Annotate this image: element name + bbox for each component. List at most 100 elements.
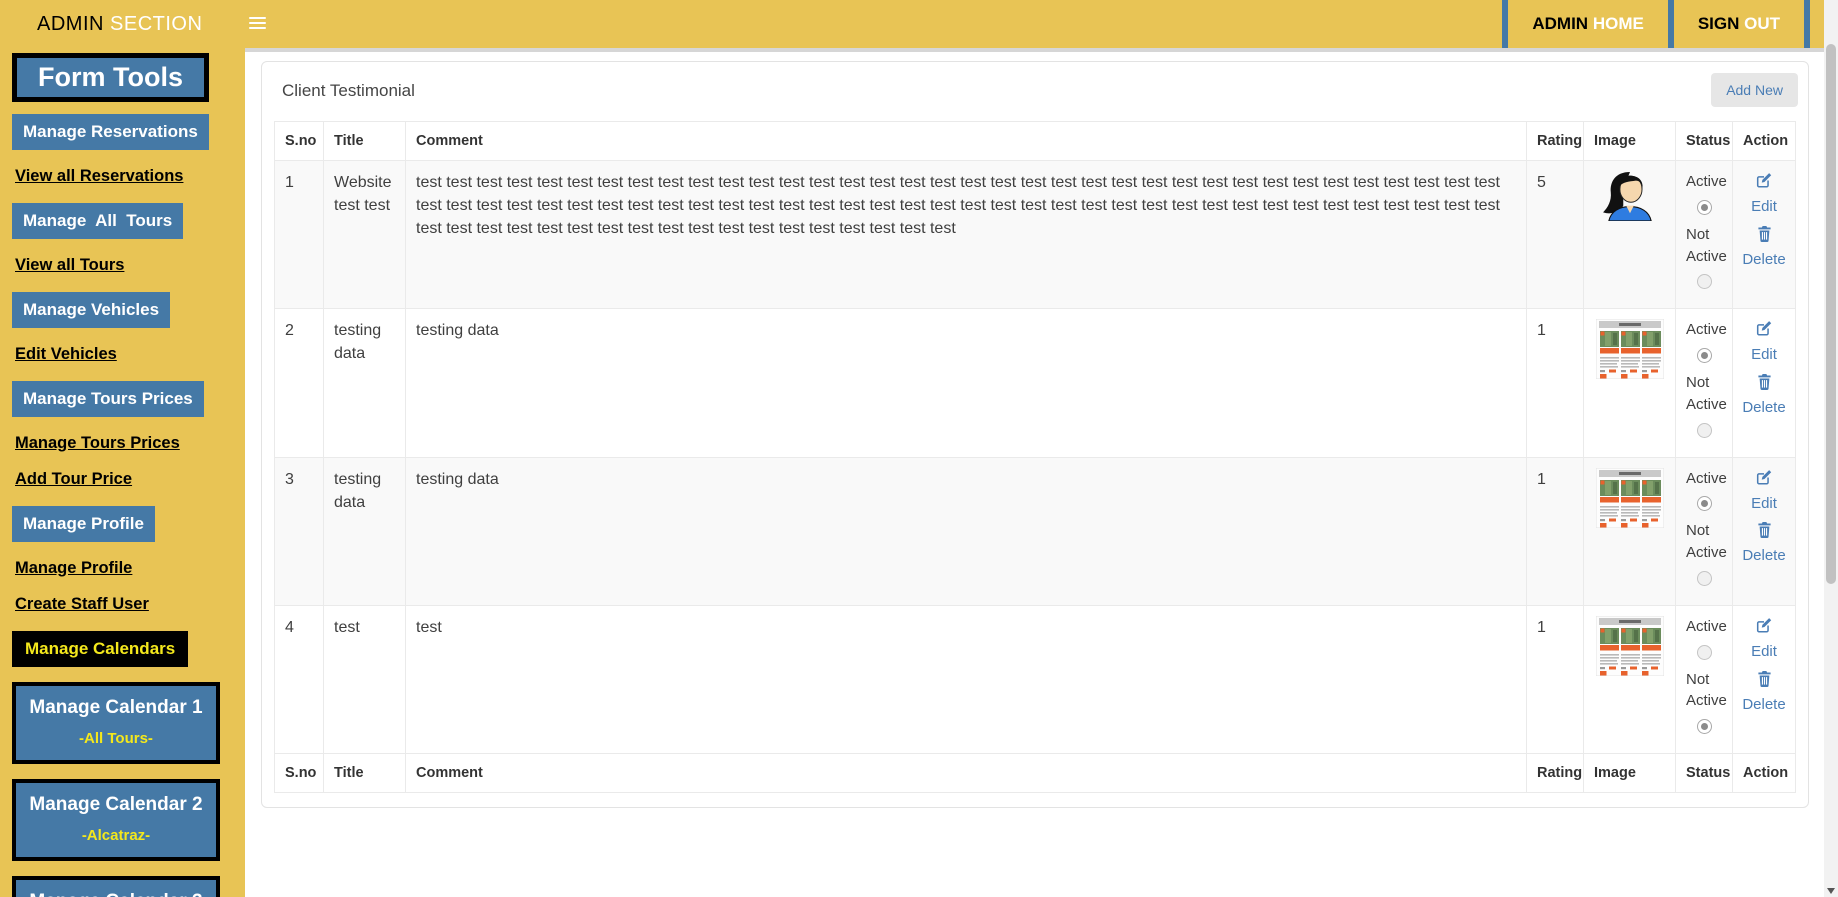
column-header-title: Title [324,122,406,161]
sidebar-item-view-all-tours[interactable]: View all Tours [15,256,124,275]
topbar: ADMIN SECTION ADMIN HOME SIGN OUT [0,0,1824,48]
edit-link[interactable]: Edit [1751,196,1777,218]
row-title: Website test test [324,161,406,309]
edit-link[interactable]: Edit [1751,641,1777,663]
column-header-status: Status [1676,122,1733,161]
sidebar-item-manage-calendars[interactable]: Manage Calendars [12,631,188,667]
active-label: Active [1686,616,1722,638]
active-radio[interactable] [1697,348,1712,363]
row-sno: 4 [275,605,324,753]
not-active-radio[interactable] [1697,423,1712,438]
table-row: 3 testing data testing data 1 [275,457,1796,605]
delete-link[interactable]: Delete [1742,249,1785,271]
row-comment: testing data [406,309,1527,457]
content-top-strip [245,48,1824,52]
not-active-radio[interactable] [1697,719,1712,734]
trash-icon[interactable] [1757,373,1772,390]
table-row: 1 Website test test test test test test … [275,161,1796,309]
sidebar-item-manage-calendar-2[interactable]: Manage Calendar 2 -Alcatraz- [12,779,220,861]
sidebar-item-manage-all-tours[interactable]: Manage All Tours [12,203,183,239]
sidebar-item-manage-reservations[interactable]: Manage Reservations [12,114,209,150]
column-header-sno: S.no [275,122,324,161]
row-comment: testing data [406,457,1527,605]
trash-icon[interactable] [1757,225,1772,242]
sidebar-item-add-tour-price[interactable]: Add Tour Price [15,470,132,489]
edit-icon[interactable] [1755,171,1773,189]
active-radio[interactable] [1697,645,1712,660]
sidebar-item-create-staff-user[interactable]: Create Staff User [15,595,149,614]
edit-link[interactable]: Edit [1751,493,1777,515]
scrollbar-thumb[interactable] [1826,44,1836,584]
column-header-rating: Rating [1527,122,1584,161]
sign-out-button[interactable]: SIGN OUT [1668,0,1810,48]
main-content: Client Testimonial Add New S.noTitleComm… [245,48,1824,897]
column-header-title: Title [324,754,406,793]
edit-link[interactable]: Edit [1751,344,1777,366]
row-title: testing data [324,309,406,457]
not-active-label: Not Active [1686,372,1722,416]
row-comment: test [406,605,1527,753]
sidebar-item-manage-tours-prices[interactable]: Manage Tours Prices [12,381,204,417]
edit-icon[interactable] [1755,616,1773,634]
row-rating: 1 [1527,457,1584,605]
row-comment: test test test test test test test test … [406,161,1527,309]
brand-admin-text: ADMIN [37,13,104,35]
delete-link[interactable]: Delete [1742,545,1785,567]
sidebar-item-view-all-reservations[interactable]: View all Reservations [15,167,183,186]
column-header-rating: Rating [1527,754,1584,793]
column-header-action: Action [1733,754,1796,793]
column-header-sno: S.no [275,754,324,793]
add-new-button[interactable]: Add New [1711,73,1798,107]
sign-out-white-text: OUT [1744,14,1780,33]
row-rating: 1 [1527,309,1584,457]
row-title: testing data [324,457,406,605]
scrollbar-down-arrow-icon[interactable] [1827,888,1835,894]
row-title: test [324,605,406,753]
row-rating: 5 [1527,161,1584,309]
not-active-label: Not Active [1686,669,1722,713]
not-active-radio[interactable] [1697,274,1712,289]
sidebar-calendar-label: Manage Calendar 1 [20,697,212,719]
sidebar-item-manage-calendar-1[interactable]: Manage Calendar 1 -All Tours- [12,682,220,764]
edit-icon[interactable] [1755,319,1773,337]
table-row: 2 testing data testing data 1 [275,309,1796,457]
admin-home-button[interactable]: ADMIN HOME [1502,0,1667,48]
sidebar-calendar-sublabel: -Alcatraz- [20,827,212,844]
delete-link[interactable]: Delete [1742,694,1785,716]
column-header-comment: Comment [406,754,1527,793]
sidebar-calendar-sublabel: -All Tours- [20,730,212,747]
row-sno: 1 [275,161,324,309]
brand-section-text: SECTION [110,13,202,35]
sidebar-calendar-label: Manage Calendar 3 [20,891,212,897]
admin-home-white-text: HOME [1593,14,1644,33]
sign-out-black-text: SIGN [1698,14,1740,33]
sidebar-item-manage-profile[interactable]: Manage Profile [15,559,132,578]
sidebar: Form Tools Manage ReservationsView all R… [0,48,245,897]
sidebar-item-manage-vehicles[interactable]: Manage Vehicles [12,292,170,328]
trash-icon[interactable] [1757,521,1772,538]
sidebar-item-manage-calendar-3[interactable]: Manage Calendar 3 [12,876,220,897]
active-label: Active [1686,468,1722,490]
sidebar-item-edit-vehicles[interactable]: Edit Vehicles [15,345,117,364]
column-header-image: Image [1584,754,1676,793]
flyer-thumbnail-image [1596,616,1664,676]
row-sno: 3 [275,457,324,605]
active-radio[interactable] [1697,200,1712,215]
edit-icon[interactable] [1755,468,1773,486]
sidebar-item-manage-profile[interactable]: Manage Profile [12,506,155,542]
hamburger-menu-icon[interactable] [249,17,266,32]
app-brand: ADMIN SECTION [37,0,202,48]
delete-link[interactable]: Delete [1742,397,1785,419]
not-active-radio[interactable] [1697,571,1712,586]
topnav: ADMIN HOME SIGN OUT [1502,0,1810,48]
trash-icon[interactable] [1757,670,1772,687]
table-footer-header-row: S.noTitleCommentRatingImageStatusAction [275,754,1796,793]
column-header-action: Action [1733,122,1796,161]
active-label: Active [1686,319,1722,341]
table-header-row: S.noTitleCommentRatingImageStatusAction [275,122,1796,161]
sidebar-item-manage-tours-prices[interactable]: Manage Tours Prices [15,434,180,453]
active-radio[interactable] [1697,496,1712,511]
vertical-scrollbar[interactable] [1824,0,1838,897]
sidebar-calendar-label: Manage Calendar 2 [20,794,212,816]
flyer-thumbnail-image [1596,319,1664,379]
